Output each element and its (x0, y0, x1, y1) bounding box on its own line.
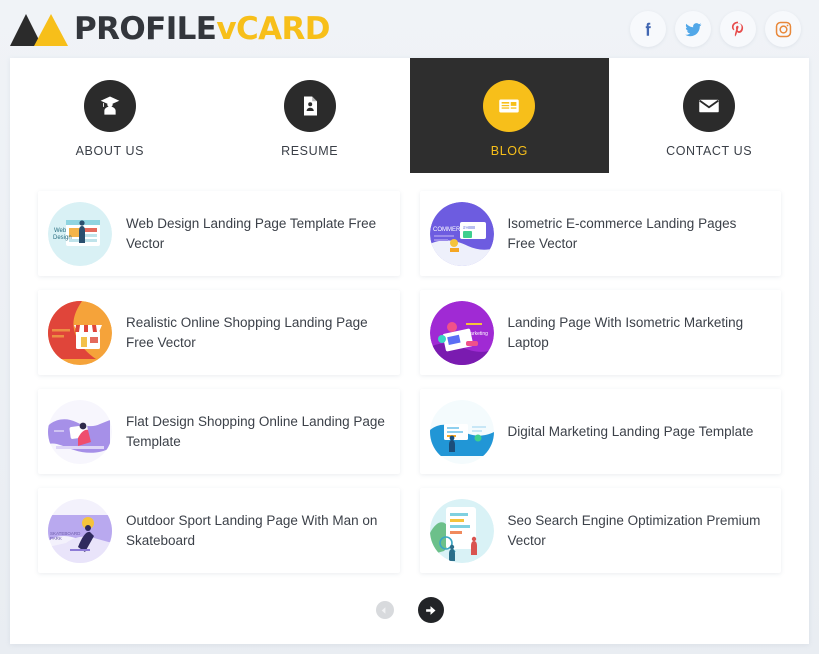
pinterest-icon[interactable] (720, 11, 756, 47)
nav-item-about-us[interactable]: ABOUT US (10, 58, 210, 173)
svg-text:PARK: PARK (50, 536, 62, 541)
ecommerce-thumb: COMMERCE (429, 201, 494, 266)
blog-post-item[interactable]: COMMERCE Isometric E-commerce Landing Pa… (419, 191, 781, 276)
web-design-thumb: Web Design (48, 201, 112, 266)
site-logo[interactable]: PROFILEvCARD (10, 10, 331, 47)
blog-post-title: Seo Search Engine Optimization Premium V… (507, 512, 761, 548)
blog-post-title: Isometric E-commerce Landing Pages Free … (507, 215, 737, 251)
blog-post-item[interactable]: Seo Search Engine Optimization Premium V… (419, 488, 781, 573)
digital-marketing-thumb (429, 399, 494, 464)
instagram-icon[interactable] (765, 11, 801, 47)
blog-post-title: Outdoor Sport Landing Page With Man on S… (126, 512, 378, 548)
blog-post-title: Landing Page With Isometric Marketing La… (507, 314, 744, 350)
blog-post-item[interactable]: Digital Marketing Landing Page Template (419, 389, 781, 474)
nav-label-contact-us: CONTACT US (666, 143, 753, 158)
blog-post-title: Digital Marketing Landing Page Template (507, 423, 754, 439)
main-navigation: ABOUT US RESUME BLOG CONTACT US (10, 58, 809, 173)
document-person-icon (283, 79, 336, 132)
logo-text: PROFILEvCARD (74, 10, 331, 47)
blog-post-item[interactable]: marketing Landing Page With Isometric Ma… (419, 290, 781, 375)
blog-post-item[interactable]: SKATEBOARD PARK Outdoor Sport Landing Pag… (38, 488, 400, 573)
nav-item-contact-us[interactable]: CONTACT US (609, 58, 809, 173)
next-page-button[interactable] (417, 597, 444, 623)
svg-text:Web: Web (54, 228, 67, 234)
nav-label-blog: BLOG (490, 143, 528, 158)
envelope-icon (683, 79, 736, 132)
blog-post-title: Web Design Landing Page Template Free Ve… (126, 215, 377, 251)
blog-post-grid: Web Design Web Design Landing Page Templa… (38, 191, 781, 573)
previous-page-button[interactable] (375, 601, 394, 619)
nav-label-about-us: ABOUT US (75, 143, 145, 158)
blog-section: Web Design Web Design Landing Page Templa… (10, 173, 809, 623)
online-shopping-thumb (48, 300, 112, 365)
pagination (38, 597, 781, 623)
blog-post-item[interactable]: Realistic Online Shopping Landing Page F… (38, 290, 400, 375)
logo-triangle-yellow (34, 14, 68, 46)
graduation-user-icon (83, 79, 136, 132)
facebook-icon[interactable] (630, 11, 666, 47)
twitter-icon[interactable] (675, 11, 711, 47)
nav-item-blog[interactable]: BLOG (409, 58, 610, 173)
svg-text:COMMERCE: COMMERCE (433, 227, 469, 233)
main-panel: ABOUT US RESUME BLOG CONTACT US Web Desi… (10, 58, 809, 644)
seo-thumb (429, 498, 494, 563)
blog-post-item[interactable]: Web Design Web Design Landing Page Templa… (38, 191, 400, 276)
skateboard-thumb: SKATEBOARD PARK (48, 498, 112, 563)
logo-text-primary: PROFILE (74, 10, 217, 47)
page-header: PROFILEvCARD (0, 0, 819, 58)
social-links (630, 11, 801, 47)
blog-post-title: Flat Design Shopping Online Landing Page… (126, 413, 385, 449)
newspaper-icon (483, 79, 536, 132)
logo-text-accent: vCARD (216, 10, 330, 47)
svg-text:Design: Design (53, 235, 72, 241)
nav-item-resume[interactable]: RESUME (210, 58, 410, 173)
svg-text:marketing: marketing (466, 331, 488, 337)
mountain-triangles-logo (10, 12, 68, 46)
nav-label-resume: RESUME (281, 143, 339, 158)
flat-shopping-thumb (48, 399, 112, 464)
marketing-laptop-thumb: marketing (429, 300, 494, 365)
blog-post-title: Realistic Online Shopping Landing Page F… (126, 314, 368, 350)
blog-post-item[interactable]: Flat Design Shopping Online Landing Page… (38, 389, 400, 474)
